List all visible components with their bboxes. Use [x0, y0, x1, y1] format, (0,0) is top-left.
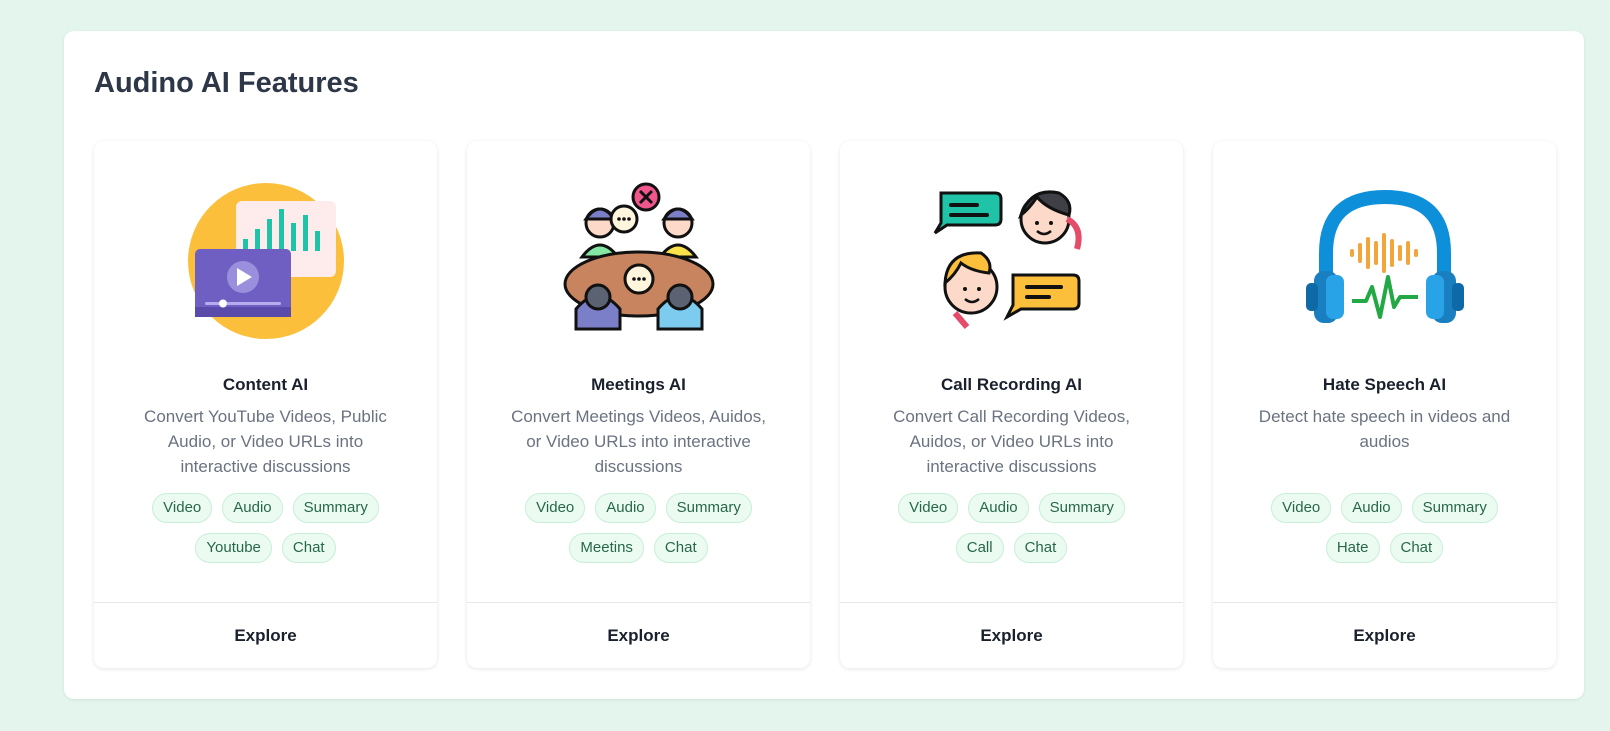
- feature-card-content-ai: Content AI Convert YouTube Videos, Publi…: [94, 141, 437, 668]
- tag-chat: Chat: [281, 533, 336, 563]
- tag-youtube: Youtube: [195, 533, 272, 563]
- tag-video: Video: [898, 493, 959, 523]
- card-title: Call Recording AI: [940, 375, 1083, 394]
- card-description: Detect hate speech in videos and audios: [1258, 407, 1511, 451]
- feature-cards: Content AI Convert YouTube Videos, Publi…: [94, 141, 1556, 668]
- tag-summary: Summary: [665, 493, 752, 523]
- tag-list: Video Audio Summary Hate Chat: [1243, 493, 1526, 563]
- content-ai-icon: [181, 179, 351, 344]
- tag-audio: Audio: [222, 493, 283, 523]
- tag-audio: Audio: [1341, 493, 1402, 523]
- tag-audio: Audio: [968, 493, 1029, 523]
- tag-call: Call: [955, 533, 1004, 563]
- tag-summary: Summary: [1411, 493, 1498, 523]
- explore-button[interactable]: Explore: [1213, 602, 1556, 668]
- call-recording-ai-icon: [927, 179, 1097, 344]
- tag-audio: Audio: [595, 493, 656, 523]
- explore-button[interactable]: Explore: [94, 602, 437, 668]
- hate-speech-ai-icon: [1300, 179, 1470, 344]
- feature-card-call-recording-ai: Call Recording AI Convert Call Recording…: [840, 141, 1183, 668]
- tag-list: Video Audio Summary Youtube Chat: [124, 493, 407, 563]
- tag-hate: Hate: [1325, 533, 1380, 563]
- tag-chat: Chat: [653, 533, 708, 563]
- tag-summary: Summary: [1038, 493, 1125, 523]
- feature-card-meetings-ai: Meetings AI Convert Meetings Videos, Aui…: [467, 141, 810, 668]
- card-title: Meetings AI: [591, 375, 686, 394]
- card-title: Content AI: [222, 375, 309, 394]
- tag-chat: Chat: [1013, 533, 1068, 563]
- tag-video: Video: [1271, 493, 1332, 523]
- explore-button[interactable]: Explore: [467, 602, 810, 668]
- tag-video: Video: [152, 493, 213, 523]
- tag-meetins: Meetins: [569, 533, 644, 563]
- tag-list: Video Audio Summary Call Chat: [870, 493, 1153, 563]
- tag-video: Video: [525, 493, 586, 523]
- tag-chat: Chat: [1389, 533, 1444, 563]
- meetings-ai-icon: [554, 179, 724, 344]
- tag-summary: Summary: [292, 493, 379, 523]
- card-description: Convert Meetings Videos, Auidos, or Vide…: [511, 407, 766, 476]
- card-description: Convert Call Recording Videos, Auidos, o…: [893, 407, 1130, 476]
- tag-list: Video Audio Summary Meetins Chat: [497, 493, 780, 563]
- features-panel: Audino AI Features Content AI Convert Yo…: [64, 31, 1584, 699]
- card-title: Hate Speech AI: [1322, 375, 1447, 394]
- card-description: Convert YouTube Videos, Public Audio, or…: [144, 407, 387, 476]
- feature-card-hate-speech-ai: Hate Speech AI Detect hate speech in vid…: [1213, 141, 1556, 668]
- page-title: Audino AI Features: [94, 67, 359, 99]
- explore-button[interactable]: Explore: [840, 602, 1183, 668]
